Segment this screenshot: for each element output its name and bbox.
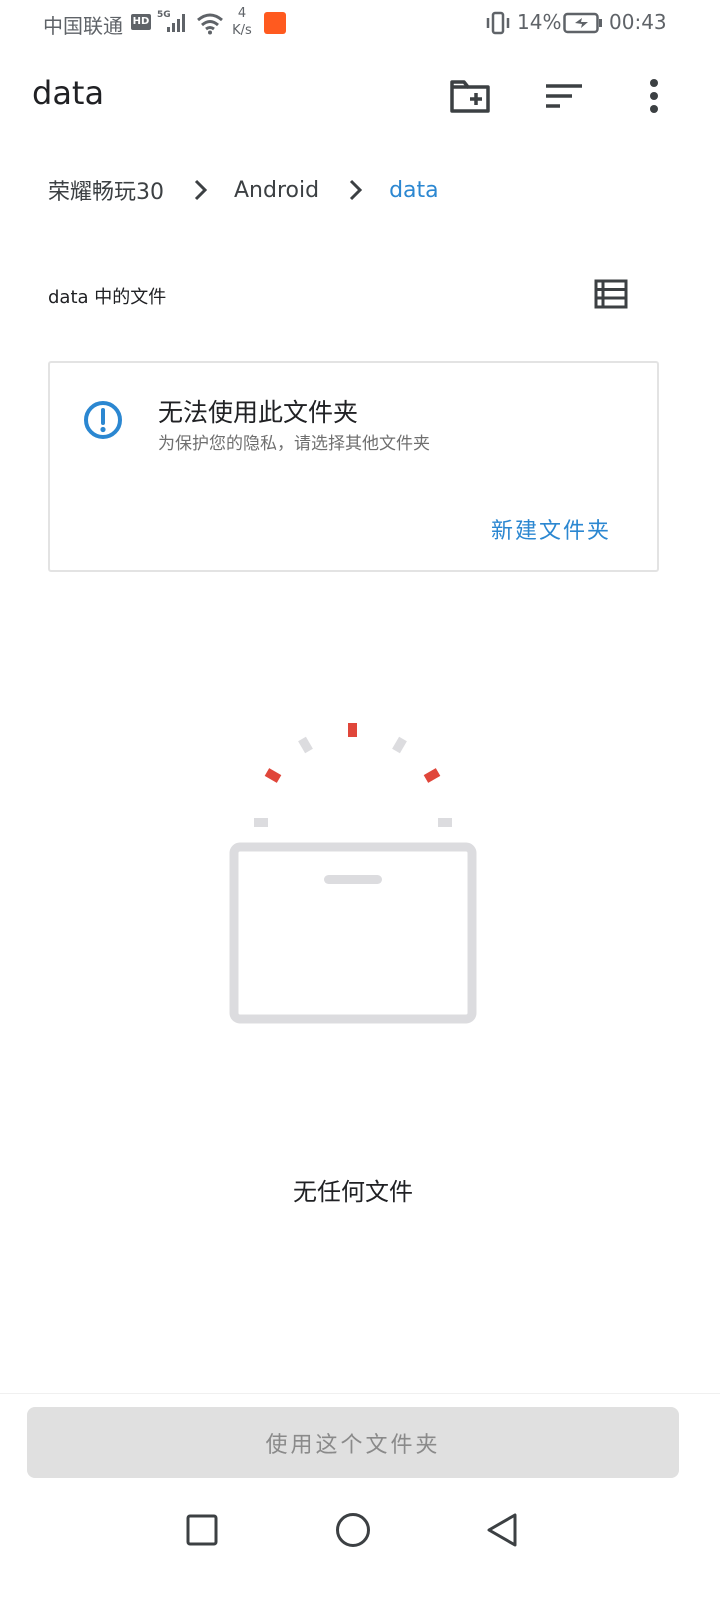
clock: 00:43 (609, 10, 667, 34)
dash-mark (438, 818, 452, 827)
dash-mark (348, 723, 357, 737)
breadcrumb-item-current[interactable]: data (389, 178, 439, 203)
info-alert-icon (84, 401, 122, 439)
hd-badge: HD (131, 14, 151, 30)
folder-restricted-card: 无法使用此文件夹 为保护您的隐私，请选择其他文件夹 新建文件夹 (48, 361, 659, 572)
sort-button[interactable] (540, 72, 588, 120)
signal-icon (167, 14, 185, 32)
home-nav-button[interactable] (331, 1508, 375, 1552)
empty-state-message: 无任何文件 (293, 1178, 413, 1206)
breadcrumb: 荣耀畅玩30 Android data (48, 170, 439, 210)
card-subtitle: 为保护您的隐私，请选择其他文件夹 (158, 434, 430, 454)
files-section-heading: data 中的文件 (48, 287, 167, 308)
more-options-button[interactable] (630, 72, 678, 120)
list-view-icon (594, 279, 628, 309)
new-folder-action-button[interactable]: 新建文件夹 (491, 513, 611, 545)
more-vert-icon (650, 79, 658, 113)
square-nav-icon (186, 1514, 218, 1546)
battery-charging-icon (563, 12, 602, 34)
network-speed: 4 K/s (230, 5, 254, 39)
status-bar: 中国联通 HD 5G 4 K/s 14% 00:43 (0, 0, 720, 50)
app-notification-icon (264, 12, 286, 34)
carrier-name: 中国联通 (43, 14, 123, 38)
dash-mark (264, 768, 282, 783)
speed-unit: K/s (232, 23, 252, 38)
vibrate-icon (486, 11, 510, 35)
breadcrumb-item-device[interactable]: 荣耀畅玩30 (48, 174, 164, 206)
circle-nav-icon (336, 1513, 370, 1547)
card-title: 无法使用此文件夹 (158, 398, 359, 427)
back-nav-button[interactable] (480, 1508, 524, 1552)
wifi-icon (197, 13, 223, 35)
chevron-right-icon (194, 179, 208, 201)
bottom-divider (0, 1393, 720, 1394)
battery-percent: 14% (517, 10, 562, 34)
triangle-back-icon (487, 1513, 517, 1547)
dash-mark (298, 736, 313, 754)
breadcrumb-item-android[interactable]: Android (234, 178, 319, 203)
sort-icon (546, 84, 582, 108)
recents-nav-button[interactable] (180, 1508, 224, 1552)
chevron-right-icon (349, 179, 363, 201)
dash-mark (423, 768, 441, 783)
page-title: data (32, 74, 105, 112)
list-view-toggle[interactable] (592, 276, 630, 312)
dash-mark (254, 818, 268, 827)
speed-value: 4 (237, 6, 247, 21)
empty-folder-illustration (229, 723, 477, 1024)
dash-mark (392, 736, 407, 754)
create-new-folder-icon (450, 80, 490, 113)
use-this-folder-button[interactable]: 使用这个文件夹 (27, 1407, 679, 1478)
new-folder-button[interactable] (446, 72, 494, 120)
